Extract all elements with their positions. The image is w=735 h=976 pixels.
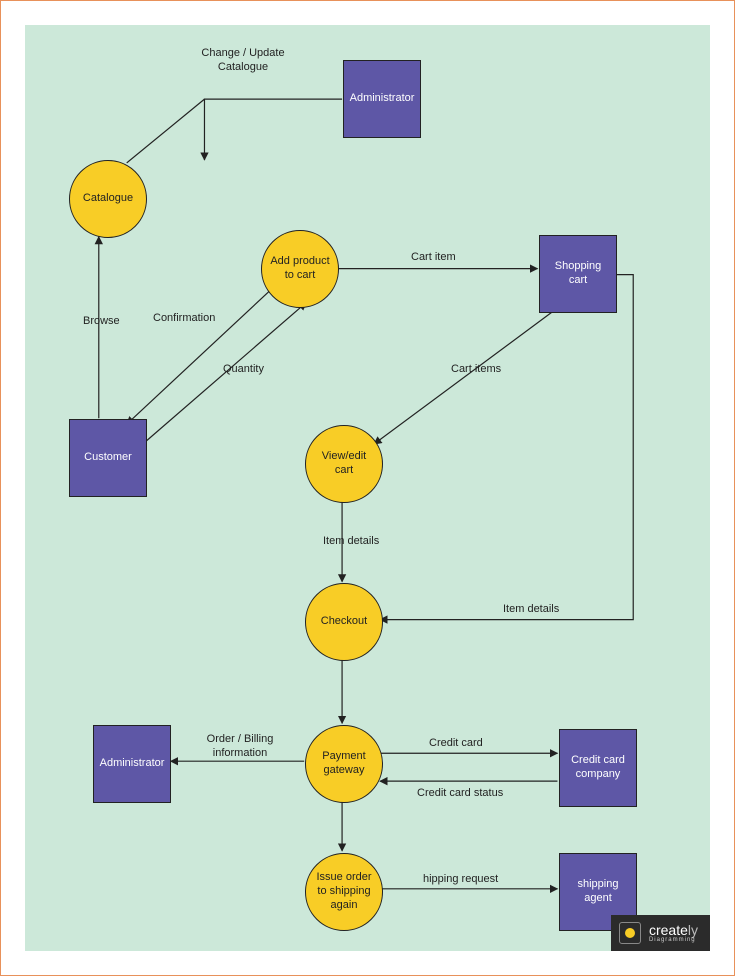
node-view-edit-cart[interactable]: View/edit cart [305, 425, 383, 503]
creately-logo: creately Diagramming [611, 915, 710, 951]
logo-title: creately [649, 923, 698, 937]
edge-label-credit-card-status: Credit card status [417, 787, 503, 801]
node-add-product-to-cart[interactable]: Add product to cart [261, 230, 339, 308]
edge-label-quantity: Quantity [223, 363, 264, 377]
edge-label-item-details-2: Item details [503, 603, 559, 617]
lightbulb-icon [619, 922, 641, 944]
node-issue-order-to-shipping[interactable]: Issue order to shipping again [305, 853, 383, 931]
node-administrator-top[interactable]: Administrator [343, 60, 421, 138]
edge-label-shipping-request: hipping request [423, 873, 498, 887]
node-credit-card-company[interactable]: Credit card company [559, 729, 637, 807]
edge-label-item-details-1: Item details [323, 535, 379, 549]
edge-label-order-billing: Order / Billing information [185, 733, 295, 761]
node-customer[interactable]: Customer [69, 419, 147, 497]
node-checkout[interactable]: Checkout [305, 583, 383, 661]
edge-label-cart-items: Cart items [451, 363, 501, 377]
diagram-canvas: Administrator Catalogue Add product to c… [25, 25, 710, 951]
edge-label-cart-item: Cart item [411, 251, 456, 265]
node-payment-gateway[interactable]: Payment gateway [305, 725, 383, 803]
diagram-page: Administrator Catalogue Add product to c… [0, 0, 735, 976]
node-catalogue[interactable]: Catalogue [69, 160, 147, 238]
logo-tagline: Diagramming [649, 937, 698, 943]
node-shopping-cart[interactable]: Shopping cart [539, 235, 617, 313]
edge-label-change-update: Change / Update Catalogue [183, 47, 303, 75]
node-administrator-bottom[interactable]: Administrator [93, 725, 171, 803]
edge-label-browse: Browse [83, 315, 120, 329]
edge-label-credit-card: Credit card [429, 737, 483, 751]
edge-label-confirmation: Confirmation [153, 312, 215, 326]
